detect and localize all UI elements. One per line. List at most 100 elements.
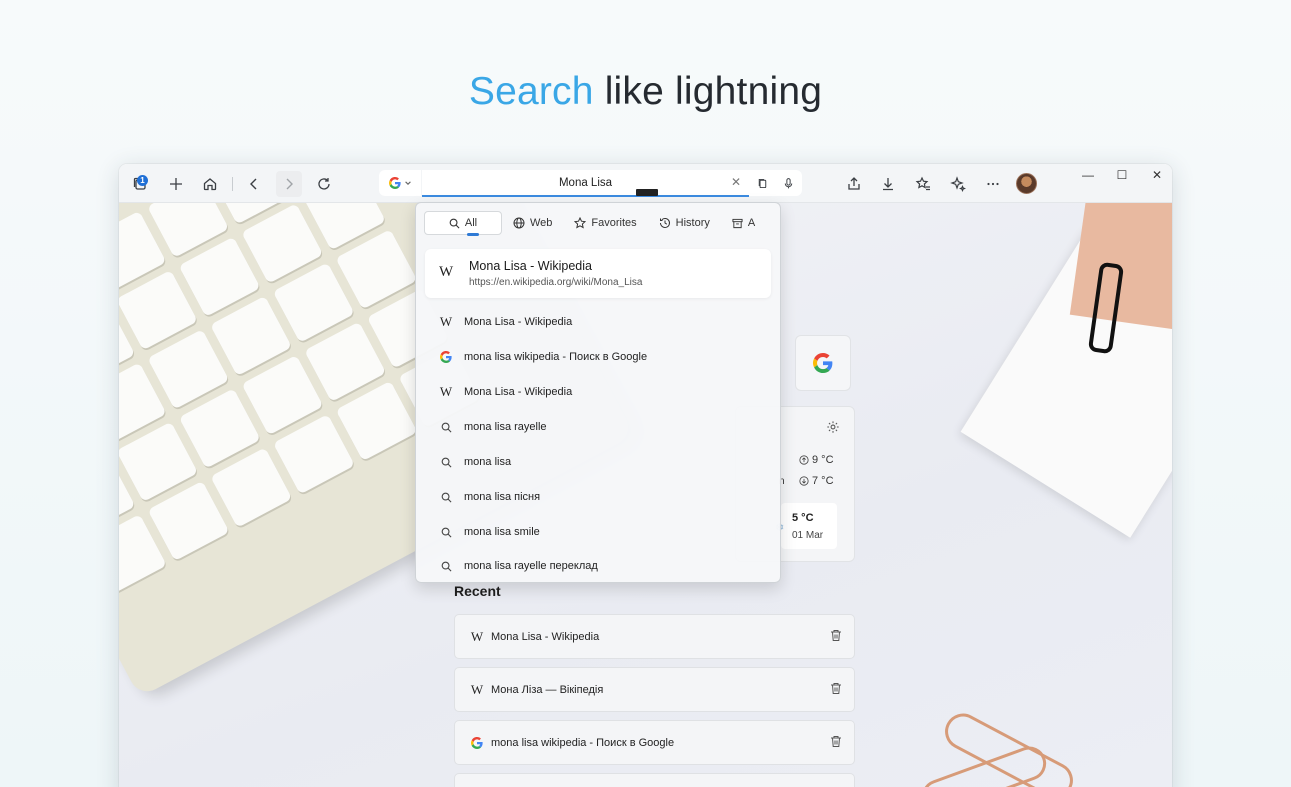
favorites-button[interactable] — [910, 171, 936, 197]
recent-item[interactable]: W Мона Ліза — Вікіпедія — [454, 667, 855, 712]
plus-icon — [170, 178, 182, 190]
chevron-left-icon — [250, 178, 257, 190]
suggestion-item[interactable]: mona lisa — [425, 445, 771, 479]
suggestion-text: mona lisa — [464, 456, 512, 468]
arrow-down-circle-icon — [799, 476, 809, 486]
maximize-button[interactable]: ☐ — [1113, 168, 1131, 182]
copy-icon — [758, 178, 766, 188]
archive-icon — [732, 218, 743, 228]
address-actions — [749, 170, 802, 196]
share-button[interactable] — [841, 171, 867, 197]
minimize-button[interactable]: — — [1079, 168, 1097, 182]
weather-low-value: 7 °C — [812, 475, 834, 487]
ai-assistant-button[interactable] — [945, 171, 971, 197]
suggestion-item[interactable]: W Mona Lisa - Wikipedia — [425, 375, 771, 409]
google-icon — [388, 177, 401, 189]
recent-item[interactable]: mona lisa wikipedia - Поиск в Google — [454, 720, 855, 765]
search-engine-selector[interactable] — [379, 170, 421, 196]
suggestion-item[interactable]: mona lisa rayelle переклад — [425, 549, 771, 583]
new-tab-button[interactable] — [163, 171, 189, 197]
suggestion-filter-tabs: All Web Favorites History A — [424, 211, 776, 237]
wikipedia-icon: W — [470, 681, 484, 697]
headline-accent: Search — [468, 70, 594, 113]
star-icon — [574, 217, 587, 229]
google-icon — [469, 736, 485, 749]
more-menu-button[interactable] — [980, 171, 1006, 197]
tab-label: Web — [530, 217, 553, 229]
close-window-button[interactable]: ✕ — [1148, 168, 1166, 182]
search-icon — [438, 492, 454, 503]
google-icon — [813, 353, 833, 373]
suggestion-text: mona lisa smile — [464, 526, 540, 538]
recent-item[interactable] — [454, 773, 855, 787]
tab-label: A — [747, 217, 756, 229]
google-icon — [438, 351, 454, 363]
reload-icon — [318, 178, 330, 190]
trash-icon[interactable] — [830, 629, 842, 642]
voice-search-button[interactable] — [775, 170, 801, 196]
toolbar-separator — [232, 177, 233, 191]
reload-button[interactable] — [311, 171, 337, 197]
suggestion-text: mona lisa rayelle — [464, 421, 547, 433]
arrow-up-circle-icon — [799, 455, 809, 465]
recent-title: Recent — [454, 583, 501, 599]
tab-favorites[interactable]: Favorites — [563, 211, 647, 235]
search-suggestions-dropdown: All Web Favorites History A W Mona Lisa … — [415, 202, 781, 583]
star-list-icon — [915, 176, 930, 191]
tab-history[interactable]: History — [648, 211, 721, 235]
clear-address-button[interactable]: ✕ — [731, 175, 741, 189]
tab-web[interactable]: Web — [502, 211, 563, 235]
globe-icon — [513, 217, 525, 229]
trash-icon[interactable] — [830, 735, 842, 748]
tab-archive[interactable]: A — [721, 211, 755, 235]
recent-item-label: Mona Lisa - Wikipedia — [491, 630, 600, 643]
suggestion-text: mona lisa пісня — [464, 491, 541, 503]
recent-item-label: Мона Ліза — Вікіпедія — [491, 683, 604, 696]
top-result-title: Mona Lisa - Wikipedia — [469, 259, 592, 273]
weather-high: 9 °C — [799, 454, 834, 466]
top-result[interactable]: W Mona Lisa - Wikipedia https://en.wikip… — [425, 249, 771, 298]
wikipedia-icon: W — [439, 314, 453, 329]
home-button[interactable] — [197, 171, 223, 197]
trash-icon[interactable] — [830, 682, 842, 695]
forecast-date: 01 Mar — [792, 530, 824, 541]
suggestion-item[interactable]: mona lisa пісня — [425, 480, 771, 514]
weather-high-value: 9 °C — [812, 454, 834, 466]
weather-low: 7 °C — [799, 475, 834, 487]
history-icon — [659, 217, 670, 228]
wikipedia-icon: W — [470, 628, 484, 644]
suggestion-item[interactable]: mona lisa smile — [425, 515, 771, 549]
tab-label: History — [675, 217, 710, 229]
microphone-icon — [784, 177, 792, 188]
search-icon — [438, 527, 454, 538]
forecast-card[interactable] — [781, 503, 837, 549]
search-icon — [449, 218, 460, 228]
tab-label: Favorites — [591, 217, 637, 229]
copy-button[interactable] — [749, 170, 775, 196]
back-button[interactable] — [241, 171, 267, 197]
address-bar[interactable]: Mona Lisa ✕ — [422, 170, 749, 197]
chevron-right-icon — [286, 178, 293, 190]
toolbar: 1 Mona Lisa ✕ — ☐ ✕ — [119, 164, 1172, 203]
suggestion-item[interactable]: mona lisa rayelle — [425, 410, 771, 444]
forward-button[interactable] — [276, 171, 302, 197]
profile-avatar[interactable] — [1016, 173, 1037, 194]
address-tooltip — [636, 189, 658, 196]
download-icon — [883, 178, 893, 191]
tabs-badge: 1 — [137, 175, 148, 186]
suggestion-text: Mona Lisa - Wikipedia — [464, 386, 573, 398]
tabs-button[interactable]: 1 — [127, 171, 153, 197]
headline: Search like lightning — [0, 70, 1291, 114]
gear-icon[interactable] — [826, 420, 840, 434]
tab-all[interactable]: All — [424, 211, 502, 236]
suggestion-item[interactable]: mona lisa wikipedia - Поиск в Google — [425, 340, 771, 374]
suggestion-item[interactable]: W Mona Lisa - Wikipedia — [425, 305, 771, 339]
recent-item-label: mona lisa wikipedia - Поиск в Google — [491, 736, 675, 749]
wikipedia-icon: W — [439, 264, 454, 280]
downloads-button[interactable] — [875, 171, 901, 197]
address-value: Mona Lisa — [558, 176, 613, 189]
recent-item[interactable]: W Mona Lisa - Wikipedia — [454, 614, 855, 659]
quick-link-google[interactable] — [795, 335, 851, 391]
headline-rest: like lightning — [593, 70, 823, 113]
forecast-temp: 5 °C — [792, 512, 814, 524]
